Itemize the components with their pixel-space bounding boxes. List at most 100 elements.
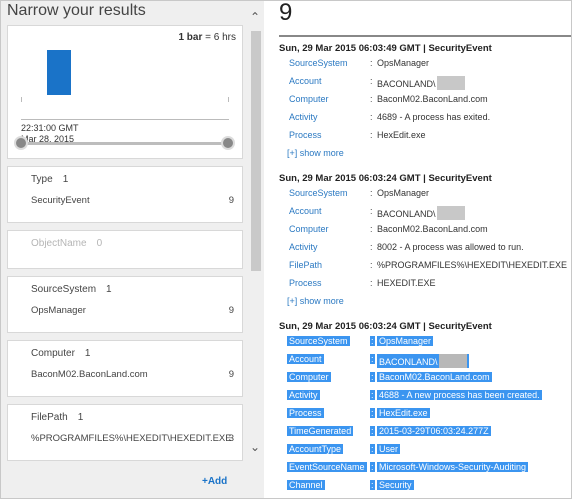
field-value[interactable]: HexEdit.exe bbox=[377, 130, 426, 140]
field-separator: : bbox=[370, 112, 373, 122]
show-more-link[interactable]: [+] show more bbox=[279, 294, 571, 311]
facet-value-label: %PROGRAMFILES%\HEXEDIT\HEXEDIT.EXE bbox=[31, 433, 232, 444]
time-range-start-handle[interactable] bbox=[14, 136, 28, 150]
field-value[interactable]: User bbox=[377, 444, 401, 454]
facet-count: 1 bbox=[77, 412, 84, 423]
field-key[interactable]: Activity bbox=[289, 242, 318, 252]
scroll-up-icon[interactable]: ⌃ bbox=[250, 11, 260, 23]
field-value[interactable]: 4688 - A new process has been created. bbox=[377, 390, 542, 400]
field-key[interactable]: Activity bbox=[287, 390, 320, 400]
field-value[interactable]: OpsManager bbox=[377, 188, 429, 198]
field-value[interactable]: HEXEDIT.EXE bbox=[377, 278, 436, 288]
histogram-tick bbox=[21, 97, 22, 102]
event-field-row: SourceSystem: OpsManager bbox=[279, 56, 571, 74]
field-value[interactable]: OpsManager bbox=[377, 58, 429, 68]
facet-card-type[interactable]: Type 1 SecurityEvent 9 bbox=[7, 166, 243, 223]
event-field-row: Process: HexEdit.exe bbox=[279, 128, 571, 146]
time-histogram bbox=[21, 48, 229, 120]
field-value-text: BACONLAND\ bbox=[379, 357, 438, 367]
field-key[interactable]: Computer bbox=[287, 372, 331, 382]
field-key[interactable]: Process bbox=[289, 278, 322, 288]
time-range-end-handle[interactable] bbox=[221, 136, 235, 150]
facet-title: ObjectName 0 bbox=[31, 238, 102, 249]
field-separator: : bbox=[370, 76, 373, 86]
field-key[interactable]: SourceSystem bbox=[287, 336, 350, 346]
field-key[interactable]: TimeGenerated bbox=[287, 426, 354, 436]
event-field-row: FilePath: %PROGRAMFILES%\HEXEDIT\HEXEDIT.… bbox=[279, 258, 571, 276]
redaction-block bbox=[436, 76, 465, 90]
facet-value-row[interactable]: SecurityEvent 9 bbox=[31, 195, 234, 206]
results-divider bbox=[279, 35, 571, 37]
event-record: Sun, 29 Mar 2015 06:03:24 GMT | Security… bbox=[279, 172, 571, 311]
field-key[interactable]: Account bbox=[289, 206, 322, 216]
field-value[interactable]: Security bbox=[377, 480, 414, 490]
field-value[interactable]: %PROGRAMFILES%\HEXEDIT\HEXEDIT.EXE bbox=[377, 260, 567, 270]
field-key[interactable]: FilePath bbox=[289, 260, 322, 270]
field-value[interactable]: 8002 - A process was allowed to run. bbox=[377, 242, 524, 252]
search-results-frame: Narrow your results 1 bar = 6 hrs 22:31:… bbox=[0, 0, 572, 499]
field-key[interactable]: Computer bbox=[289, 224, 329, 234]
facet-name: Computer bbox=[31, 348, 75, 359]
field-separator: : bbox=[370, 58, 373, 68]
field-value[interactable]: BACONLAND\ bbox=[377, 354, 469, 368]
field-key[interactable]: Process bbox=[289, 130, 322, 140]
time-range-slider-track[interactable] bbox=[21, 142, 229, 145]
facet-card-filepath[interactable]: FilePath 1 %PROGRAMFILES%\HEXEDIT\HEXEDIT… bbox=[7, 404, 243, 461]
field-value[interactable]: BaconM02.BaconLand.com bbox=[377, 224, 488, 234]
facet-value-count: 3 bbox=[228, 433, 234, 444]
field-key[interactable]: Channel bbox=[287, 480, 325, 490]
field-key[interactable]: EventSourceName bbox=[287, 462, 367, 472]
field-separator: : bbox=[370, 390, 375, 400]
field-value[interactable]: 4689 - A process has exited. bbox=[377, 112, 490, 122]
event-record-selected: Sun, 29 Mar 2015 06:03:24 GMT | Security… bbox=[279, 320, 571, 496]
facet-value-count: 9 bbox=[228, 305, 234, 316]
field-value[interactable]: HexEdit.exe bbox=[377, 408, 430, 418]
field-key[interactable]: Activity bbox=[289, 112, 318, 122]
event-field-row: TimeGenerated:2015-03-29T06:03:24.277Z bbox=[279, 424, 571, 442]
facet-scrollbar[interactable]: ⌃ ⌄ bbox=[248, 1, 264, 471]
field-key[interactable]: Account bbox=[287, 354, 324, 364]
add-facet-link[interactable]: +Add bbox=[202, 476, 227, 487]
field-value-text: BACONLAND\ bbox=[377, 209, 436, 219]
facet-card-sourcesystem[interactable]: SourceSystem 1 OpsManager 9 bbox=[7, 276, 243, 333]
facet-value-row[interactable]: OpsManager 9 bbox=[31, 305, 234, 316]
event-field-row: AccountType: User bbox=[279, 442, 571, 460]
event-header: Sun, 29 Mar 2015 06:03:49 GMT | Security… bbox=[279, 43, 492, 54]
time-histogram-card: 1 bar = 6 hrs 22:31:00 GMT Mar 28, 2015 bbox=[7, 25, 243, 159]
event-field-row: Computer: BaconM02.BaconLand.com bbox=[279, 370, 571, 388]
field-key[interactable]: Process bbox=[287, 408, 324, 418]
event-header: Sun, 29 Mar 2015 06:03:24 GMT | Security… bbox=[279, 173, 492, 184]
field-value[interactable]: BACONLAND\ bbox=[377, 76, 465, 90]
event-field-row: Computer: BaconM02.BaconLand.com bbox=[279, 92, 571, 110]
facet-value-label: SecurityEvent bbox=[31, 195, 90, 206]
event-field-row: Account: BACONLAND\ bbox=[279, 352, 571, 370]
facet-value-row[interactable]: BaconM02.BaconLand.com 9 bbox=[31, 369, 234, 380]
field-key[interactable]: SourceSystem bbox=[289, 58, 348, 68]
field-key[interactable]: AccountType bbox=[287, 444, 344, 454]
scroll-down-icon[interactable]: ⌄ bbox=[250, 441, 260, 453]
scrollbar-thumb[interactable] bbox=[251, 31, 261, 271]
narrow-results-panel: Narrow your results 1 bar = 6 hrs 22:31:… bbox=[1, 1, 264, 498]
histogram-bar[interactable] bbox=[47, 50, 71, 95]
field-value[interactable]: BaconM02.BaconLand.com bbox=[377, 372, 492, 382]
facet-card-computer[interactable]: Computer 1 BaconM02.BaconLand.com 9 bbox=[7, 340, 243, 397]
field-value[interactable]: 2015-03-29T06:03:24.277Z bbox=[377, 426, 491, 436]
field-value[interactable]: OpsManager bbox=[377, 336, 434, 346]
histogram-start-time: 22:31:00 GMT bbox=[21, 123, 79, 133]
field-separator: : bbox=[370, 336, 375, 346]
field-separator: : bbox=[370, 408, 375, 418]
facet-value-row[interactable]: %PROGRAMFILES%\HEXEDIT\HEXEDIT.EXE 3 bbox=[31, 433, 234, 444]
field-value[interactable]: BaconM02.BaconLand.com bbox=[377, 94, 488, 104]
field-key[interactable]: Computer bbox=[289, 94, 329, 104]
facet-name: ObjectName bbox=[31, 238, 87, 249]
facet-card-objectname[interactable]: ObjectName 0 bbox=[7, 230, 243, 269]
show-more-link[interactable]: [+] show more bbox=[279, 146, 571, 163]
field-key[interactable]: SourceSystem bbox=[289, 188, 348, 198]
facet-count: 0 bbox=[96, 238, 103, 249]
facet-value-label: BaconM02.BaconLand.com bbox=[31, 369, 148, 380]
histogram-tick bbox=[228, 97, 229, 102]
field-value[interactable]: BACONLAND\ bbox=[377, 206, 465, 220]
field-key[interactable]: Account bbox=[289, 76, 322, 86]
field-value[interactable]: Microsoft-Windows-Security-Auditing bbox=[377, 462, 529, 472]
event-field-row: Activity:4689 - A process has exited. bbox=[279, 110, 571, 128]
